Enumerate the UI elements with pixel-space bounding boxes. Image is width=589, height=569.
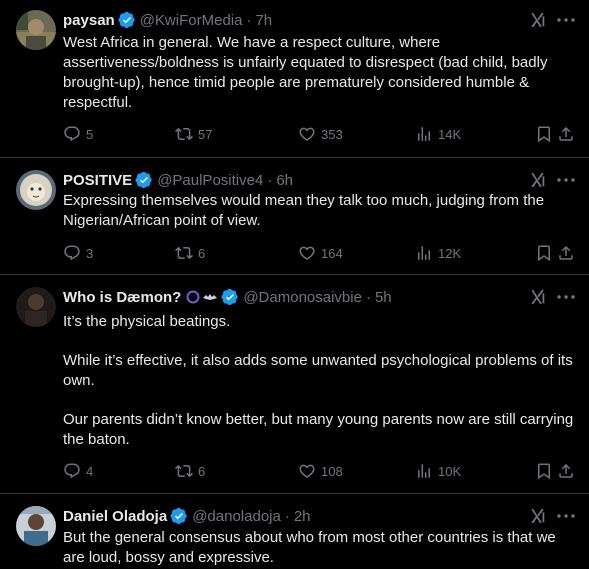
grok-icon[interactable] xyxy=(529,507,547,525)
display-name[interactable]: POSITIVE xyxy=(63,172,132,189)
repost-button[interactable]: 6 xyxy=(175,244,205,262)
emoji-decoration xyxy=(185,289,218,305)
separator-dot: · xyxy=(284,507,290,525)
views-count: 10K xyxy=(438,463,462,479)
views-count: 12K xyxy=(438,245,462,261)
more-icon[interactable] xyxy=(555,507,577,525)
like-count: 108 xyxy=(321,463,343,479)
bookmark-button[interactable] xyxy=(535,125,553,143)
like-button[interactable]: 164 xyxy=(298,244,343,262)
separator-dot: · xyxy=(365,288,371,306)
more-icon[interactable] xyxy=(555,11,577,29)
more-icon[interactable] xyxy=(555,288,577,306)
display-name[interactable]: paysan xyxy=(63,12,115,29)
grok-icon[interactable] xyxy=(529,171,547,189)
tweet[interactable]: POSITIVE @PaulPositive4 · 6h Expressing … xyxy=(0,158,589,275)
tweet[interactable]: Daniel Oladoja @danoladoja · 2h But the … xyxy=(0,494,589,569)
action-bar: 4 6 108 10K xyxy=(63,462,575,482)
views-icon xyxy=(418,246,430,260)
handle[interactable]: @KwiForMedia xyxy=(140,12,243,29)
timeline: paysan @KwiForMedia · 7h West Africa in … xyxy=(0,0,589,569)
verified-icon xyxy=(118,11,136,29)
bookmark-button[interactable] xyxy=(535,244,553,262)
repost-button[interactable]: 6 xyxy=(175,462,205,480)
timestamp[interactable]: 7h xyxy=(255,12,272,29)
share-button[interactable] xyxy=(557,244,575,262)
avatar[interactable] xyxy=(16,170,56,210)
bookmark-icon xyxy=(538,126,550,143)
like-count: 164 xyxy=(321,245,343,261)
action-bar: 5 57 353 14K xyxy=(63,125,575,145)
repost-button[interactable]: 57 xyxy=(175,125,212,143)
tweet-text: Expressing themselves would mean they ta… xyxy=(63,192,549,229)
heart-icon xyxy=(299,246,315,260)
tweet-text: But the general consensus about who from… xyxy=(63,529,560,566)
verified-icon xyxy=(135,171,153,189)
reply-count: 3 xyxy=(86,245,94,261)
reply-button[interactable]: 5 xyxy=(63,125,93,143)
reply-count: 4 xyxy=(86,463,94,479)
share-button[interactable] xyxy=(557,462,575,480)
reply-button[interactable]: 4 xyxy=(63,462,93,480)
verified-icon xyxy=(170,507,188,525)
share-icon xyxy=(559,463,573,478)
heart-icon xyxy=(299,464,315,478)
grok-icon[interactable] xyxy=(529,11,547,29)
views-button[interactable]: 12K xyxy=(415,244,461,262)
views-icon xyxy=(418,464,430,478)
timestamp[interactable]: 6h xyxy=(276,172,293,189)
action-bar: 3 6 164 12K xyxy=(63,244,575,264)
display-name[interactable]: Who is Dæmon? xyxy=(63,289,181,306)
bookmark-icon xyxy=(538,463,550,480)
views-icon xyxy=(418,127,430,141)
like-button[interactable]: 353 xyxy=(298,125,343,143)
like-count: 353 xyxy=(321,126,343,142)
tweet-text: It’s the physical beatings. While it’s e… xyxy=(63,313,574,448)
repost-icon xyxy=(175,246,193,260)
reply-count: 5 xyxy=(86,126,94,142)
like-button[interactable]: 108 xyxy=(298,462,343,480)
tweet-header: POSITIVE @PaulPositive4 · 6h xyxy=(63,170,529,190)
grok-icon[interactable] xyxy=(529,288,547,306)
bookmark-button[interactable] xyxy=(535,462,553,480)
share-icon xyxy=(559,245,573,260)
bookmark-icon xyxy=(538,245,550,262)
reply-button[interactable]: 3 xyxy=(63,244,93,262)
views-button[interactable]: 14K xyxy=(415,125,461,143)
display-name[interactable]: Daniel Oladoja xyxy=(63,508,167,525)
timestamp[interactable]: 2h xyxy=(294,508,311,525)
share-icon xyxy=(559,126,573,141)
reply-icon xyxy=(64,126,80,142)
reply-icon xyxy=(64,463,80,479)
share-button[interactable] xyxy=(557,125,575,143)
more-icon[interactable] xyxy=(555,171,577,189)
heart-icon xyxy=(299,127,315,141)
timestamp[interactable]: 5h xyxy=(375,289,392,306)
views-button[interactable]: 10K xyxy=(415,462,461,480)
tweet-header: Daniel Oladoja @danoladoja · 2h xyxy=(63,506,529,526)
handle[interactable]: @Damonosaivbie xyxy=(243,289,362,306)
tweet[interactable]: Who is Dæmon? @Damonosaivbie · 5h It’s t… xyxy=(0,275,589,494)
avatar[interactable] xyxy=(16,506,56,546)
handle[interactable]: @danoladoja xyxy=(192,508,281,525)
ring-icon xyxy=(186,290,200,304)
tweet-text: West Africa in general. We have a respec… xyxy=(63,34,552,111)
repost-count: 6 xyxy=(198,463,206,479)
separator-dot: · xyxy=(267,171,273,189)
avatar[interactable] xyxy=(16,287,56,327)
verified-icon xyxy=(221,288,239,306)
views-count: 14K xyxy=(438,126,462,142)
reply-icon xyxy=(64,245,80,261)
repost-icon xyxy=(175,127,193,141)
repost-count: 57 xyxy=(198,126,213,142)
repost-count: 6 xyxy=(198,245,206,261)
handle[interactable]: @PaulPositive4 xyxy=(157,172,263,189)
tweet-header: paysan @KwiForMedia · 7h xyxy=(63,10,529,30)
tweet[interactable]: paysan @KwiForMedia · 7h West Africa in … xyxy=(0,0,589,158)
tweet-header: Who is Dæmon? @Damonosaivbie · 5h xyxy=(63,287,529,307)
repost-icon xyxy=(175,464,193,478)
separator-dot: · xyxy=(246,11,252,29)
avatar[interactable] xyxy=(16,10,56,50)
bat-icon xyxy=(203,294,218,300)
